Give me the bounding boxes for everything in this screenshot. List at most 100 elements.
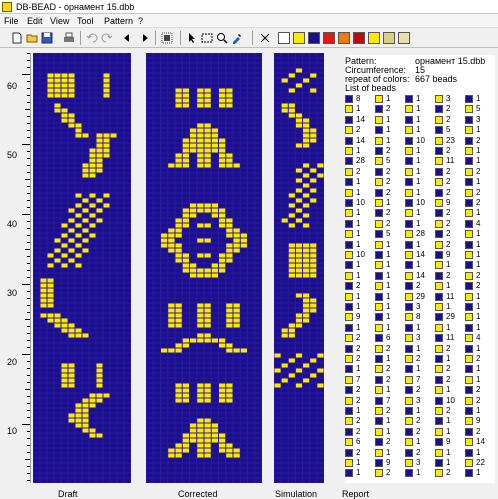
color-swatch[interactable] bbox=[323, 32, 335, 44]
bead bbox=[182, 68, 189, 73]
redo-icon[interactable] bbox=[100, 31, 114, 45]
bead bbox=[240, 388, 247, 393]
bead bbox=[317, 83, 324, 88]
simulation-panel[interactable] bbox=[274, 53, 324, 483]
close-icon[interactable] bbox=[258, 31, 272, 45]
bead bbox=[182, 133, 189, 138]
bead bbox=[317, 233, 324, 238]
bead bbox=[219, 183, 226, 188]
bead bbox=[61, 238, 68, 243]
bead bbox=[281, 178, 288, 183]
menu-view[interactable]: View bbox=[50, 16, 69, 26]
bead bbox=[226, 158, 233, 163]
color-swatch[interactable] bbox=[308, 32, 320, 44]
bead bbox=[233, 358, 240, 363]
bead-count: 1 bbox=[476, 156, 481, 166]
arrow-right-icon[interactable] bbox=[138, 31, 152, 45]
arrow-left-icon[interactable] bbox=[120, 31, 134, 45]
color-swatch[interactable] bbox=[293, 32, 305, 44]
bead bbox=[233, 463, 240, 468]
bead bbox=[103, 423, 110, 428]
bead bbox=[240, 368, 247, 373]
save-icon[interactable] bbox=[40, 31, 54, 45]
bead bbox=[146, 123, 153, 128]
new-file-icon[interactable] bbox=[10, 31, 24, 45]
undo-icon[interactable] bbox=[85, 31, 99, 45]
bead bbox=[240, 458, 247, 463]
corrected-panel[interactable] bbox=[146, 53, 262, 483]
bead bbox=[240, 283, 247, 288]
color-swatch[interactable] bbox=[338, 32, 350, 44]
bead bbox=[61, 458, 68, 463]
bead-color-swatch bbox=[435, 334, 443, 343]
color-swatch[interactable] bbox=[278, 32, 290, 44]
bead bbox=[96, 273, 103, 278]
bead bbox=[146, 263, 153, 268]
menu-edit[interactable]: Edit bbox=[27, 16, 43, 26]
bead bbox=[75, 343, 82, 348]
bead bbox=[175, 218, 182, 223]
zoom-icon[interactable] bbox=[215, 31, 229, 45]
bead bbox=[146, 178, 153, 183]
bead bbox=[190, 268, 197, 273]
bead bbox=[168, 68, 175, 73]
bead bbox=[89, 318, 96, 323]
bead-color-swatch bbox=[375, 178, 383, 187]
open-folder-icon[interactable] bbox=[25, 31, 39, 45]
bead bbox=[96, 103, 103, 108]
ruler-tick bbox=[22, 74, 30, 75]
bead bbox=[153, 278, 160, 283]
bead bbox=[68, 108, 75, 113]
color-swatch[interactable] bbox=[368, 32, 380, 44]
bead-color-swatch bbox=[375, 375, 383, 384]
bead bbox=[317, 103, 324, 108]
bead bbox=[317, 323, 324, 328]
menu-pattern[interactable]: Pattern bbox=[104, 16, 133, 26]
bead bbox=[96, 123, 103, 128]
bead bbox=[303, 393, 310, 398]
menu-help[interactable]: ? bbox=[138, 16, 143, 26]
color-swatch[interactable] bbox=[398, 32, 410, 44]
bead-list-row: 10 1 14 9 1 bbox=[345, 250, 495, 260]
bead bbox=[248, 128, 255, 133]
bead bbox=[310, 263, 317, 268]
print-icon[interactable] bbox=[62, 31, 76, 45]
bead bbox=[61, 218, 68, 223]
bead bbox=[317, 63, 324, 68]
eyedropper-icon[interactable] bbox=[230, 31, 244, 45]
bead bbox=[182, 398, 189, 403]
menu-file[interactable]: File bbox=[4, 16, 19, 26]
bead bbox=[117, 288, 124, 293]
bead bbox=[197, 178, 204, 183]
bead bbox=[168, 98, 175, 103]
bead bbox=[124, 273, 131, 278]
bead bbox=[288, 198, 295, 203]
bead bbox=[117, 433, 124, 438]
bead bbox=[175, 383, 182, 388]
bead bbox=[281, 148, 288, 153]
pointer-icon[interactable] bbox=[185, 31, 199, 45]
bead bbox=[240, 358, 247, 363]
bead bbox=[190, 308, 197, 313]
bead bbox=[40, 158, 47, 163]
bead bbox=[96, 338, 103, 343]
bead bbox=[103, 148, 110, 153]
menu-tool[interactable]: Tool bbox=[77, 16, 94, 26]
fill-icon[interactable] bbox=[160, 31, 174, 45]
bead bbox=[89, 278, 96, 283]
color-swatch[interactable] bbox=[353, 32, 365, 44]
color-swatch[interactable] bbox=[383, 32, 395, 44]
draft-panel[interactable] bbox=[33, 53, 131, 483]
select-rect-icon[interactable] bbox=[200, 31, 214, 45]
bead bbox=[274, 313, 281, 318]
bead bbox=[153, 223, 160, 228]
bead bbox=[75, 358, 82, 363]
bead bbox=[219, 208, 226, 213]
bead bbox=[96, 398, 103, 403]
bead bbox=[68, 463, 75, 468]
bead bbox=[211, 328, 218, 333]
bead bbox=[82, 98, 89, 103]
bead bbox=[233, 253, 240, 258]
bead bbox=[310, 348, 317, 353]
bead bbox=[47, 338, 54, 343]
